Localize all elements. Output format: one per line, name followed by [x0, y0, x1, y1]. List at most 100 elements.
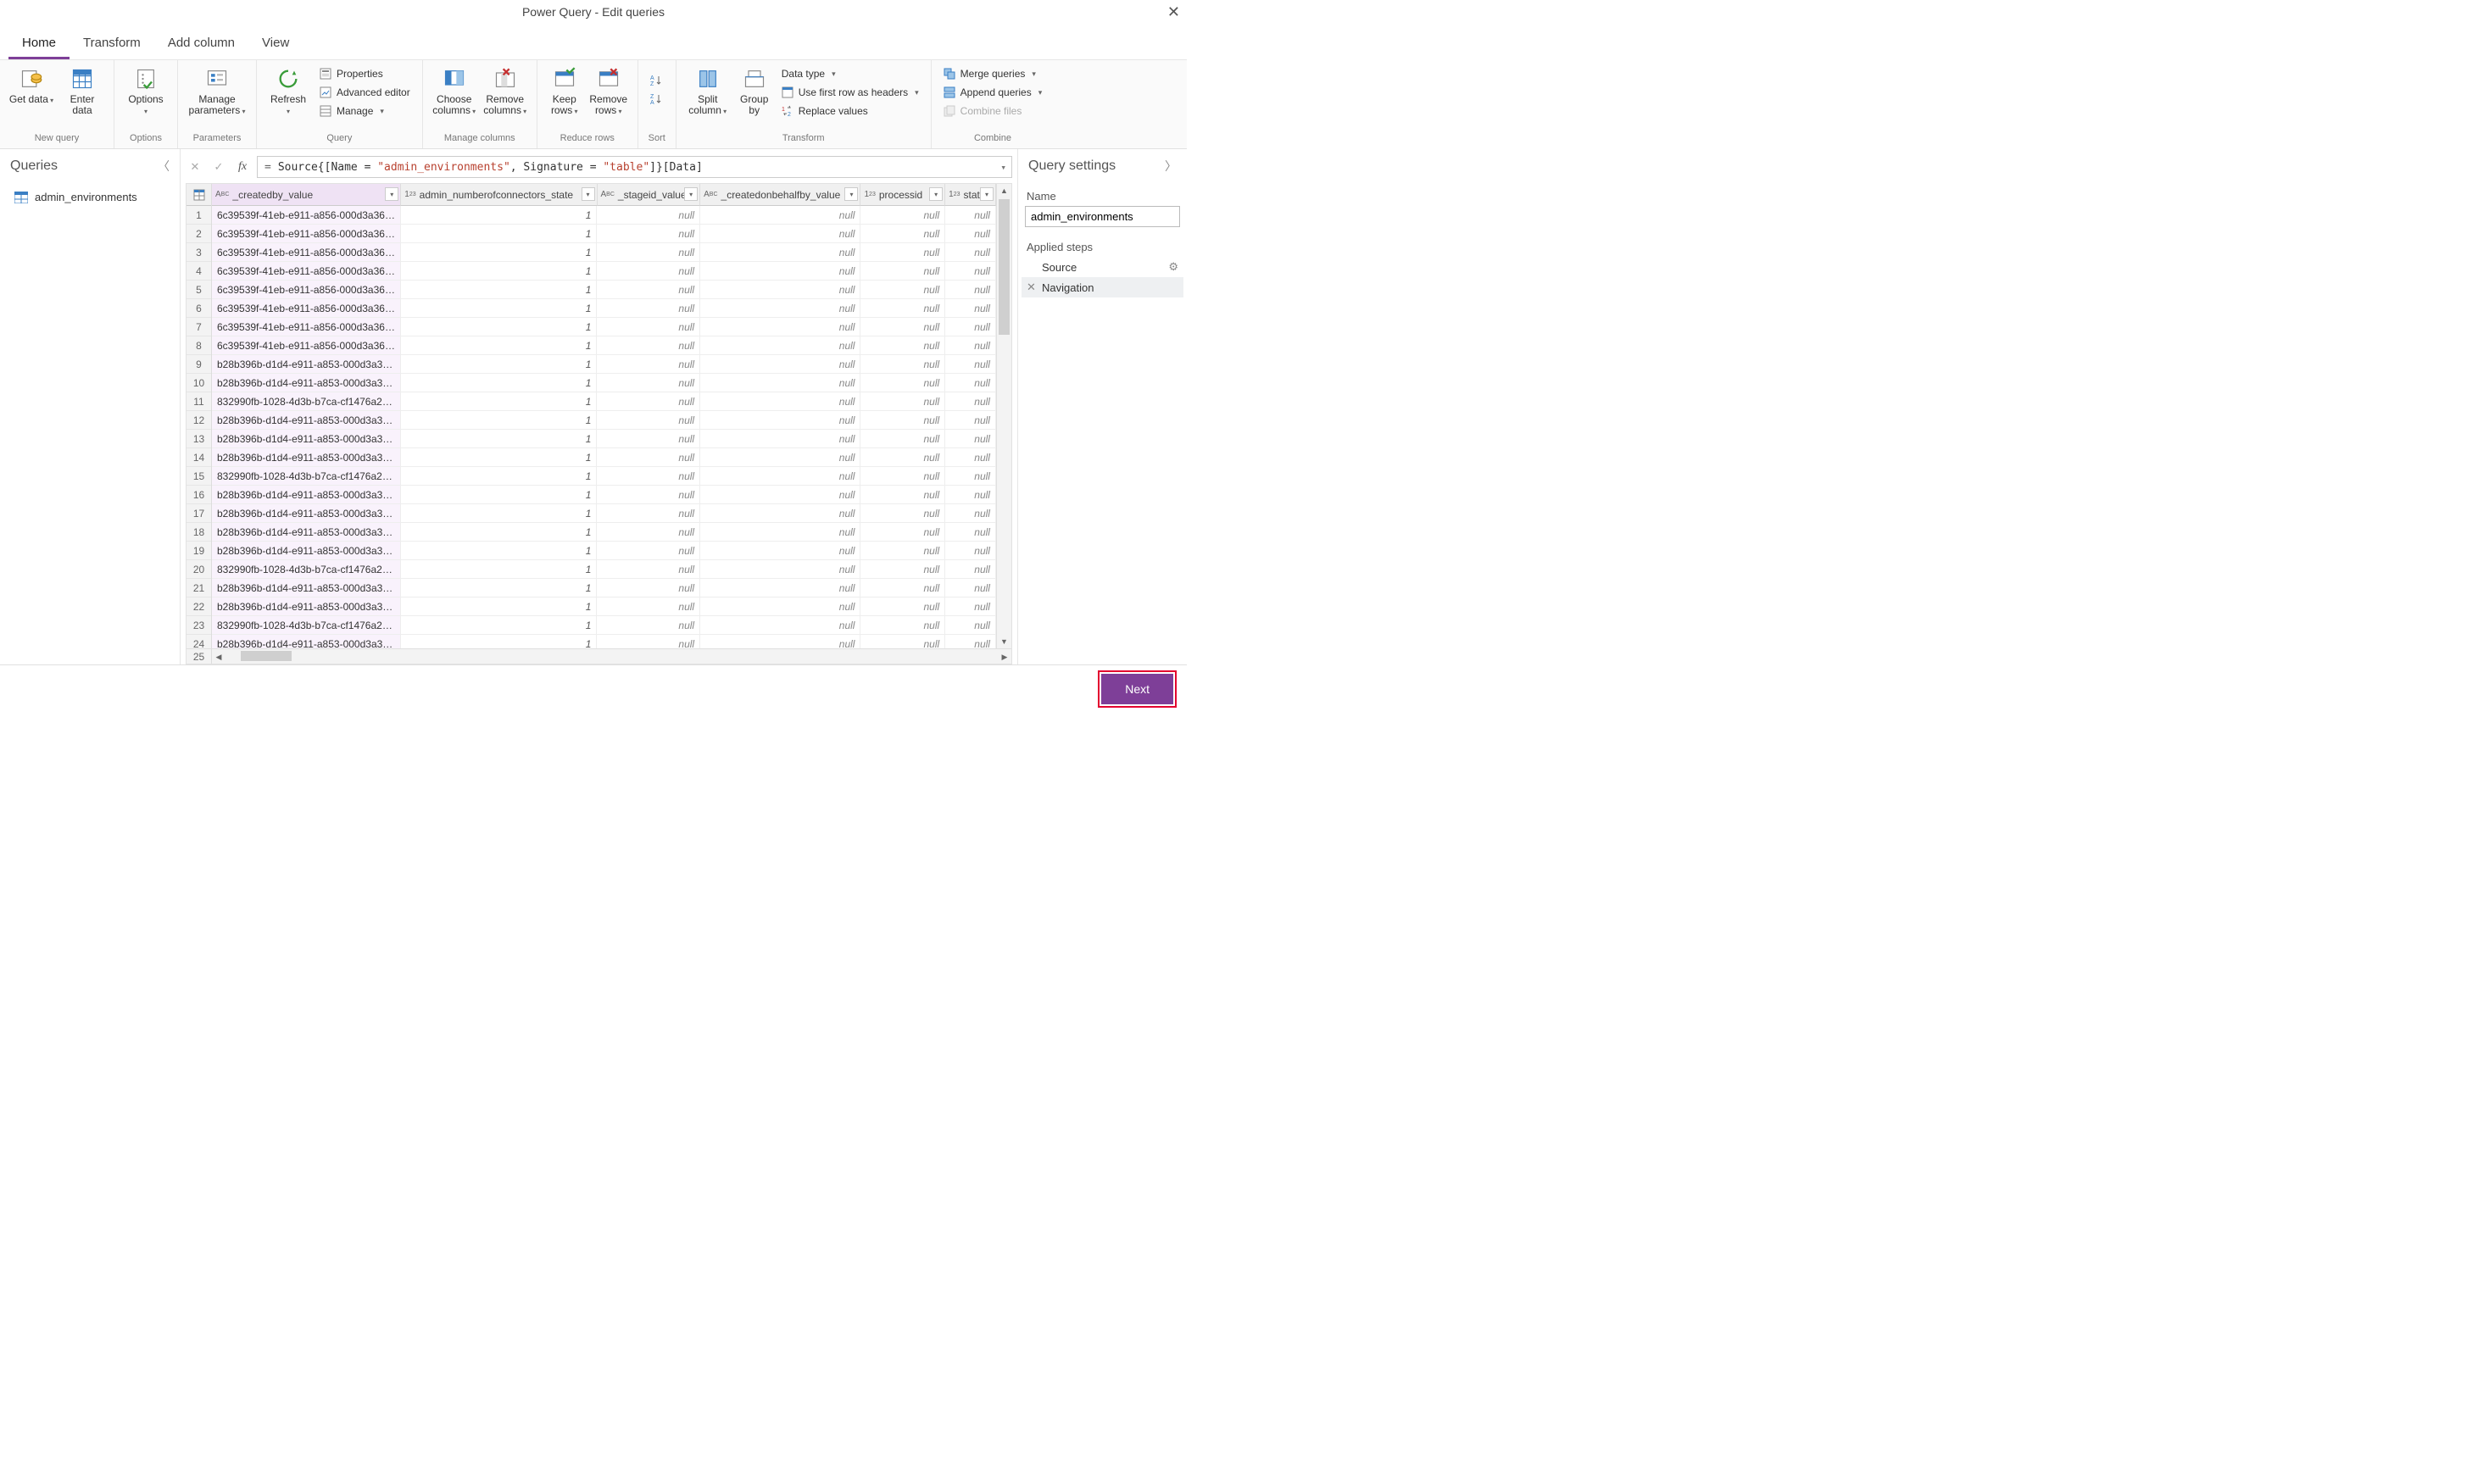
table-cell[interactable]: null: [700, 448, 860, 467]
next-button[interactable]: Next: [1101, 674, 1173, 704]
remove-rows-button[interactable]: Remove rows ▾: [587, 65, 631, 118]
tab-view[interactable]: View: [248, 27, 303, 59]
table-row[interactable]: b28b396b-d1d4-e911-a853-000d3a3627...1nu…: [212, 411, 996, 430]
table-cell[interactable]: 1: [401, 486, 597, 504]
table-cell[interactable]: null: [700, 597, 860, 616]
row-number[interactable]: 17: [187, 504, 211, 523]
table-cell[interactable]: 1: [401, 336, 597, 355]
table-cell[interactable]: null: [700, 411, 860, 430]
table-cell[interactable]: null: [597, 504, 700, 523]
formula-commit-button[interactable]: ✓: [209, 158, 228, 176]
table-cell[interactable]: 1: [401, 299, 597, 318]
table-cell[interactable]: null: [945, 467, 996, 486]
table-cell[interactable]: null: [700, 523, 860, 542]
step-navigation[interactable]: ✕ Navigation: [1022, 277, 1183, 297]
table-cell[interactable]: null: [700, 374, 860, 392]
row-number[interactable]: 10: [187, 374, 211, 392]
table-cell[interactable]: null: [945, 504, 996, 523]
table-cell[interactable]: null: [700, 262, 860, 281]
close-icon[interactable]: ✕: [1167, 3, 1180, 21]
table-cell[interactable]: 1: [401, 542, 597, 560]
query-name-input[interactable]: [1025, 206, 1180, 227]
table-cell[interactable]: null: [860, 467, 945, 486]
table-cell[interactable]: null: [597, 486, 700, 504]
table-cell[interactable]: 6c39539f-41eb-e911-a856-000d3a3627b3: [212, 262, 401, 281]
row-number[interactable]: 18: [187, 523, 211, 542]
table-cell[interactable]: 832990fb-1028-4d3b-b7ca-cf1476a23876: [212, 616, 401, 635]
vertical-scrollbar[interactable]: ▲ ▼: [996, 184, 1011, 648]
scroll-down-icon[interactable]: ▼: [997, 635, 1011, 648]
table-cell[interactable]: 1: [401, 635, 597, 648]
table-cell[interactable]: 1: [401, 597, 597, 616]
table-cell[interactable]: 1: [401, 467, 597, 486]
table-cell[interactable]: null: [860, 430, 945, 448]
table-cell[interactable]: null: [597, 635, 700, 648]
table-cell[interactable]: null: [860, 336, 945, 355]
table-cell[interactable]: 6c39539f-41eb-e911-a856-000d3a3627b3: [212, 336, 401, 355]
table-cell[interactable]: null: [945, 336, 996, 355]
table-cell[interactable]: null: [597, 392, 700, 411]
table-cell[interactable]: null: [945, 542, 996, 560]
table-cell[interactable]: null: [597, 467, 700, 486]
table-row[interactable]: b28b396b-d1d4-e911-a853-000d3a3627...1nu…: [212, 486, 996, 504]
table-cell[interactable]: null: [700, 299, 860, 318]
table-cell[interactable]: null: [945, 225, 996, 243]
choose-columns-button[interactable]: Choose columns ▾: [430, 65, 479, 118]
table-cell[interactable]: 1: [401, 523, 597, 542]
row-number[interactable]: 5: [187, 281, 211, 299]
table-cell[interactable]: null: [700, 616, 860, 635]
table-cell[interactable]: null: [700, 430, 860, 448]
row-number[interactable]: 6: [187, 299, 211, 318]
manage-parameters-button[interactable]: Manage parameters ▾: [185, 65, 249, 118]
table-row[interactable]: 6c39539f-41eb-e911-a856-000d3a3627b31 nul…: [212, 262, 996, 281]
table-cell[interactable]: null: [597, 542, 700, 560]
table-cell[interactable]: null: [860, 579, 945, 597]
table-cell[interactable]: 1: [401, 560, 597, 579]
table-cell[interactable]: null: [860, 225, 945, 243]
manage-button[interactable]: Manage▾: [315, 103, 415, 119]
table-row[interactable]: 832990fb-1028-4d3b-b7ca-cf1476a238761nul…: [212, 616, 996, 635]
table-cell[interactable]: null: [700, 318, 860, 336]
table-cell[interactable]: null: [945, 206, 996, 225]
table-cell[interactable]: 1: [401, 430, 597, 448]
column-header[interactable]: 123admin_numberofconnectors_state▾: [401, 184, 597, 206]
merge-queries-button[interactable]: Merge queries▾: [938, 65, 1048, 82]
split-column-button[interactable]: Split column ▾: [683, 65, 732, 118]
table-cell[interactable]: null: [700, 579, 860, 597]
table-cell[interactable]: null: [597, 225, 700, 243]
table-cell[interactable]: null: [700, 486, 860, 504]
row-number[interactable]: 3: [187, 243, 211, 262]
query-item-admin-environments[interactable]: admin_environments: [5, 185, 175, 209]
table-cell[interactable]: null: [945, 430, 996, 448]
table-cell[interactable]: null: [945, 262, 996, 281]
column-filter-icon[interactable]: ▾: [929, 187, 943, 201]
scroll-thumb-vertical[interactable]: [999, 199, 1010, 335]
collapse-queries-icon[interactable]: 〈: [158, 158, 170, 175]
table-cell[interactable]: null: [700, 560, 860, 579]
table-cell[interactable]: null: [860, 355, 945, 374]
table-row[interactable]: b28b396b-d1d4-e911-a853-000d3a3627...1nu…: [212, 579, 996, 597]
table-cell[interactable]: null: [860, 374, 945, 392]
table-cell[interactable]: 1: [401, 262, 597, 281]
table-cell[interactable]: null: [860, 504, 945, 523]
table-cell[interactable]: 6c39539f-41eb-e911-a856-000d3a3627b3: [212, 243, 401, 262]
step-source[interactable]: Source ⚙: [1022, 257, 1183, 277]
table-row[interactable]: 6c39539f-41eb-e911-a856-000d3a3627b31nul…: [212, 281, 996, 299]
table-row[interactable]: b28b396b-d1d4-e911-a853-000d3a3627...1nu…: [212, 542, 996, 560]
row-number[interactable]: 16: [187, 486, 211, 504]
fx-icon[interactable]: fx: [233, 158, 252, 176]
table-cell[interactable]: null: [597, 616, 700, 635]
scroll-thumb-horizontal[interactable]: [241, 651, 292, 661]
scroll-right-icon[interactable]: ▶: [998, 649, 1011, 664]
table-cell[interactable]: 6c39539f-41eb-e911-a856-000d3a3627b3: [212, 318, 401, 336]
table-cell[interactable]: null: [860, 542, 945, 560]
row-number[interactable]: 14: [187, 448, 211, 467]
table-cell[interactable]: null: [700, 504, 860, 523]
table-row[interactable]: 6c39539f-41eb-e911-a856-000d3a3627b31nul…: [212, 206, 996, 225]
table-cell[interactable]: 1: [401, 355, 597, 374]
table-row[interactable]: 6c39539f-41eb-e911-a856-000d3a3627b31nul…: [212, 243, 996, 262]
delete-step-icon[interactable]: ✕: [1027, 281, 1037, 294]
row-number[interactable]: 22: [187, 597, 211, 616]
table-cell[interactable]: null: [860, 616, 945, 635]
column-filter-icon[interactable]: ▾: [844, 187, 858, 201]
